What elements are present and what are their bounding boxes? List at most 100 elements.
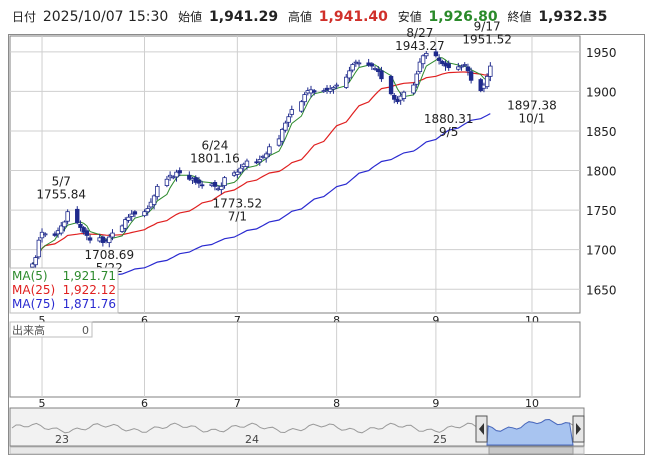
volume-value: 0 [82, 324, 89, 337]
candle-body [379, 70, 384, 80]
candle-body [356, 62, 362, 65]
annotation-date: 5/7 [52, 174, 71, 188]
close-label: 終値 [507, 10, 532, 24]
candle-body [126, 216, 131, 221]
annotation-value: 1801.16 [190, 152, 240, 166]
candle-body [420, 55, 426, 65]
candle-body [347, 70, 352, 79]
datetime-value: 2025/10/07 15:30 [42, 9, 169, 25]
candle-body [199, 184, 205, 187]
navigator-year-label: 23 [55, 433, 69, 446]
candle-body [369, 63, 375, 67]
candle-body [446, 63, 451, 69]
stock-chart: 1650170017501800185019001950 5 6 7 8 9 10 5/7… [8, 20, 645, 455]
candle-body [62, 221, 67, 228]
annotation-date: 7/1 [228, 209, 247, 223]
candle-body [468, 71, 474, 81]
ma-legend: MA(5) 1,921.71 MA(25) 1,922.12 MA(75) 1,… [9, 267, 119, 314]
open-value: 1,941.29 [209, 9, 279, 25]
low-label: 安値 [397, 10, 422, 24]
candle-body [43, 233, 48, 236]
volume-label: 出来高 [12, 323, 45, 337]
candle-body [344, 76, 349, 88]
legend-ma5-value: 1,921.71 [63, 269, 116, 283]
candle-body [283, 122, 288, 131]
candle-body [302, 94, 307, 103]
navigator-year-label: 25 [433, 433, 447, 446]
candle-body [299, 101, 304, 112]
candle-body [331, 87, 336, 90]
candle-body [164, 178, 170, 186]
y-tick-label: 1800 [586, 165, 617, 179]
annotation-value: 1755.84 [36, 187, 86, 201]
candle-body [484, 75, 490, 88]
legend-ma25-value: 1,922.12 [63, 283, 116, 297]
candle-body [321, 90, 327, 93]
candle-body [488, 65, 493, 77]
candle-body [279, 128, 285, 142]
annotation-value: 1773.52 [213, 196, 263, 210]
navigator-right-handle[interactable] [572, 415, 585, 443]
annotation-date: 8/27 [406, 26, 433, 40]
candle-body [257, 159, 262, 163]
candle-body [424, 53, 429, 57]
y-tick-label: 1950 [586, 46, 617, 60]
candle-body [155, 185, 160, 198]
candle-body [312, 90, 317, 93]
candle-body [107, 236, 112, 243]
candle-body [36, 239, 42, 258]
candle-body [263, 153, 269, 159]
candle-body [465, 66, 471, 72]
candle-body [65, 211, 70, 222]
candle-body [462, 64, 467, 66]
candle-body [289, 109, 294, 115]
date-label: 日付 [12, 10, 37, 24]
candle-body [196, 179, 202, 184]
open-label: 始値 [178, 10, 203, 24]
low-value: 1,926.80 [428, 9, 498, 25]
annotation-value: 1708.69 [84, 248, 134, 262]
candle-body [75, 208, 80, 224]
annotation-value: 1897.38 [507, 98, 557, 112]
navigator-scrollbar-thumb[interactable] [488, 446, 574, 455]
candle-body [414, 73, 419, 85]
navigator-year-label: 24 [245, 433, 259, 446]
candle-body [212, 182, 218, 187]
y-tick-label: 1700 [586, 244, 617, 258]
legend-ma5-label: MA(5) [12, 269, 48, 283]
candle-body [388, 75, 394, 95]
candle-body [33, 257, 38, 266]
y-tick-label: 1650 [586, 283, 617, 297]
candle-body [78, 223, 83, 228]
candle-body [151, 195, 157, 205]
close-value: 1,932.35 [538, 9, 608, 25]
navigator-left-handle[interactable] [475, 415, 488, 443]
legend-ma75-value: 1,871.76 [63, 297, 116, 311]
annotation-value: 1880.31 [424, 112, 474, 126]
candle-body [87, 237, 93, 241]
candle-body [219, 185, 224, 190]
y-tick-label: 1750 [586, 204, 617, 218]
candle-body [142, 211, 147, 217]
candle-body [222, 177, 227, 186]
annotation-date: 10/1 [518, 111, 545, 125]
candle-body [401, 91, 407, 99]
candle-body [84, 230, 90, 236]
candle-body [132, 211, 138, 215]
volume-panel [9, 321, 581, 398]
candle-body [334, 84, 339, 87]
y-tick-label: 1900 [586, 85, 617, 99]
annotation-value: 1951.52 [462, 33, 512, 47]
ohlc-header: 日付 2025/10/07 15:30 始値 1,941.29 高値 1,941… [12, 8, 613, 28]
price-y-axis: 1650 1700 1750 1800 1850 1900 1950 [586, 46, 617, 297]
candle-body [411, 84, 416, 94]
annotation-date: 6/24 [201, 139, 228, 153]
candle-body [286, 116, 291, 123]
candle-body [392, 94, 397, 100]
candle-body [238, 167, 243, 173]
candle-body [244, 160, 250, 167]
high-value: 1,941.40 [318, 9, 388, 25]
legend-ma75-label: MA(75) [12, 297, 55, 311]
candle-body [177, 170, 182, 174]
candle-body [350, 64, 355, 71]
